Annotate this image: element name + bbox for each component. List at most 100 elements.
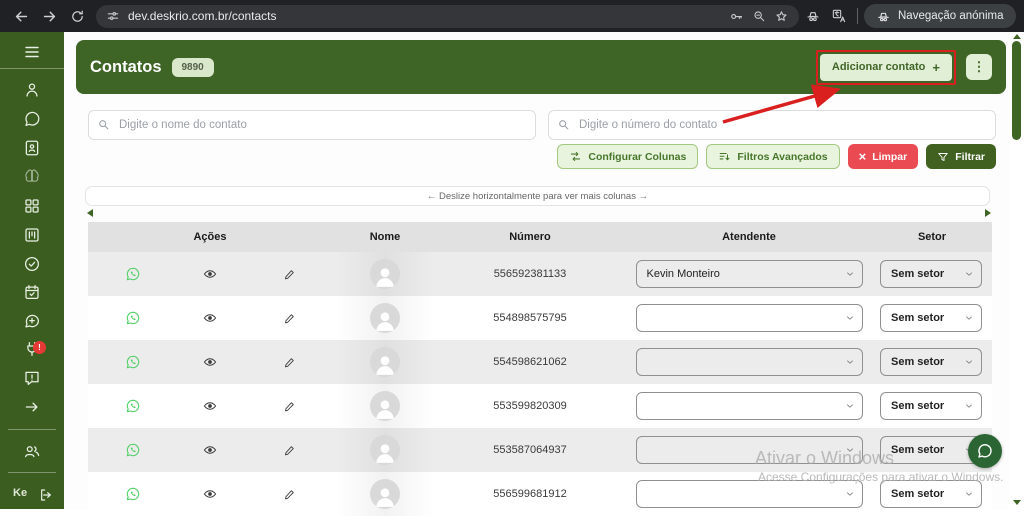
atendente-select[interactable]	[636, 480, 863, 508]
view-contact-icon[interactable]	[203, 311, 217, 325]
table-row: 556592381133 Kevin Monteiro Sem setor	[88, 252, 992, 296]
setor-select[interactable]: Sem setor	[880, 436, 982, 464]
sidebar-divider	[8, 472, 56, 473]
contact-number: 553587064937	[434, 428, 626, 472]
configure-columns-button[interactable]: Configurar Colunas	[557, 144, 698, 169]
address-bar[interactable]: dev.deskrio.com.br/contacts	[96, 5, 799, 28]
chat-alert-icon[interactable]	[23, 369, 41, 387]
vertical-scrollbar	[1009, 32, 1024, 509]
brain-icon[interactable]	[23, 168, 41, 186]
clear-filters-button[interactable]: × Limpar	[848, 144, 919, 169]
view-contact-icon[interactable]	[203, 487, 217, 501]
whatsapp-icon[interactable]	[125, 310, 141, 326]
filter-lines-icon	[718, 150, 731, 163]
column-numero: Número	[434, 231, 626, 243]
edit-contact-icon[interactable]	[283, 356, 296, 369]
kanban-card-icon[interactable]	[23, 226, 41, 244]
contacts-book-icon[interactable]	[23, 139, 41, 157]
chevron-down-icon	[845, 313, 855, 323]
edit-contact-icon[interactable]	[283, 400, 296, 413]
view-contact-icon[interactable]	[203, 443, 217, 457]
incognito-badge: Navegação anónima	[864, 4, 1016, 28]
apps-grid-icon[interactable]	[23, 197, 41, 215]
atendente-select[interactable]	[636, 348, 863, 376]
contact-avatar	[370, 391, 400, 421]
setor-value: Sem setor	[891, 356, 944, 368]
edit-contact-icon[interactable]	[283, 488, 296, 501]
view-contact-icon[interactable]	[203, 399, 217, 413]
windows-watermark-title: Ativar o Windows	[755, 448, 894, 469]
chat-add-icon[interactable]	[23, 312, 41, 330]
user-icon[interactable]	[23, 81, 41, 99]
contact-number: 554898575795	[434, 296, 626, 340]
scrollbar-thumb[interactable]	[1012, 41, 1021, 140]
setor-select[interactable]: Sem setor	[880, 260, 982, 288]
atendente-select[interactable]	[636, 392, 863, 420]
column-nome: Nome	[336, 231, 434, 243]
whatsapp-icon[interactable]	[125, 354, 141, 370]
search-number-field	[548, 110, 996, 140]
contact-number: 556599681912	[434, 472, 626, 516]
view-contact-icon[interactable]	[203, 355, 217, 369]
calendar-check-icon[interactable]	[23, 283, 41, 301]
translate-icon[interactable]	[827, 4, 851, 28]
contact-avatar	[370, 479, 400, 509]
chevron-down-icon	[964, 269, 974, 279]
password-key-icon[interactable]	[729, 9, 744, 24]
header-menu-button[interactable]: ⋮	[966, 54, 992, 80]
logout-icon[interactable]	[38, 487, 54, 503]
setor-select[interactable]: Sem setor	[880, 348, 982, 376]
search-name-input[interactable]	[88, 110, 536, 140]
edit-contact-icon[interactable]	[283, 444, 296, 457]
setor-value: Sem setor	[891, 488, 944, 500]
menu-icon[interactable]	[23, 43, 41, 61]
scroll-right-arrow[interactable]	[985, 209, 991, 217]
bookmark-star-icon[interactable]	[774, 9, 789, 24]
search-number-input[interactable]	[548, 110, 996, 140]
setor-value: Sem setor	[891, 312, 944, 324]
contact-avatar	[370, 259, 400, 289]
site-settings-icon[interactable]	[106, 9, 120, 23]
sidebar-divider	[8, 429, 56, 430]
whatsapp-icon[interactable]	[125, 442, 141, 458]
incognito-hat-icon	[876, 9, 891, 24]
scroll-up-arrow[interactable]	[1013, 34, 1021, 39]
team-icon[interactable]	[23, 442, 41, 460]
atendente-select[interactable]	[636, 304, 863, 332]
search-name-field	[88, 110, 536, 140]
view-contact-icon[interactable]	[203, 267, 217, 281]
incognito-label: Navegação anónima	[898, 10, 1004, 22]
setor-select[interactable]: Sem setor	[880, 304, 982, 332]
sidebar: ! Ke	[0, 32, 64, 509]
chat-icon[interactable]	[23, 110, 41, 128]
edit-contact-icon[interactable]	[283, 312, 296, 325]
back-icon[interactable]	[8, 3, 34, 29]
swap-columns-icon	[569, 150, 582, 163]
scroll-down-arrow[interactable]	[1013, 500, 1021, 505]
forward-icon[interactable]	[36, 3, 62, 29]
zoom-icon[interactable]	[752, 9, 766, 23]
chat-fab-button[interactable]	[968, 434, 1002, 468]
whatsapp-icon[interactable]	[125, 398, 141, 414]
chevron-down-icon	[845, 269, 855, 279]
setor-select[interactable]: Sem setor	[880, 480, 982, 508]
advanced-filters-button[interactable]: Filtros Avançados	[706, 144, 839, 169]
sidebar-divider	[0, 68, 64, 69]
user-initials[interactable]: Ke	[13, 487, 27, 499]
whatsapp-icon[interactable]	[125, 266, 141, 282]
whatsapp-icon[interactable]	[125, 486, 141, 502]
contact-number: 556592381133	[434, 252, 626, 296]
edit-contact-icon[interactable]	[283, 268, 296, 281]
atendente-select[interactable]: Kevin Monteiro	[636, 260, 863, 288]
setor-value: Sem setor	[891, 444, 944, 456]
add-contact-button[interactable]: Adicionar contato +	[820, 54, 952, 81]
check-circle-icon[interactable]	[23, 255, 41, 273]
arrow-right-icon[interactable]	[23, 398, 41, 416]
column-atendente: Atendente	[626, 231, 872, 243]
scroll-left-arrow[interactable]	[87, 209, 93, 217]
filter-button[interactable]: Filtrar	[926, 144, 996, 169]
setor-select[interactable]: Sem setor	[880, 392, 982, 420]
incognito-extension-icon[interactable]	[801, 4, 825, 28]
chevron-down-icon	[964, 401, 974, 411]
reload-icon[interactable]	[64, 3, 90, 29]
